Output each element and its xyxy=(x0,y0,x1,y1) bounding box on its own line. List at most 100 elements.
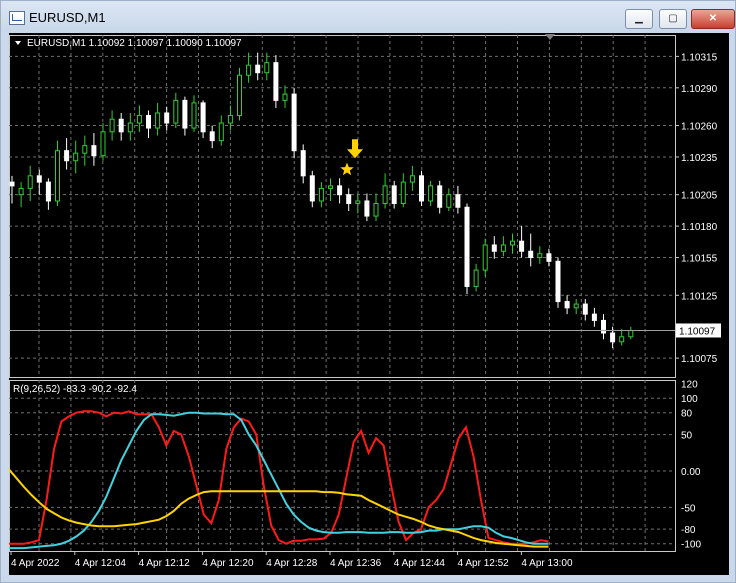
candle-body xyxy=(537,253,543,259)
candle-body xyxy=(510,240,515,246)
title-bar[interactable]: EURUSD,M1 ▁ ▢ ✕ xyxy=(1,1,735,33)
candle-body xyxy=(209,131,215,142)
candle-body xyxy=(91,145,97,157)
candle-body xyxy=(446,194,452,208)
minimize-button[interactable]: ▁ xyxy=(625,9,653,29)
price-axis: 1.10315 1.10290 1.10260 1.10235 1.10205 1.101… xyxy=(675,52,718,365)
maximize-button[interactable]: ▢ xyxy=(659,9,687,29)
candle-body xyxy=(601,319,606,334)
price-tick-label: 1.10290 xyxy=(681,84,718,95)
candle-body xyxy=(18,187,24,196)
candle-body xyxy=(127,122,133,133)
candle-body xyxy=(337,185,343,196)
indicator-tick-label: -80 xyxy=(681,525,696,536)
candle-body xyxy=(9,181,15,187)
candle-body xyxy=(155,112,161,129)
candle-body xyxy=(73,152,79,162)
candle-series xyxy=(9,52,634,349)
candle-body xyxy=(573,303,579,309)
time-tick-label: 4 Apr 2022 xyxy=(11,558,60,569)
indicator-header: R(9,26,52) -83.3 -90.2 -92.4 xyxy=(13,384,137,395)
time-tick-label: 4 Apr 12:28 xyxy=(266,558,318,569)
candle-body xyxy=(146,114,151,129)
candle-body xyxy=(64,150,70,162)
candle-body xyxy=(400,181,406,204)
candle-body xyxy=(419,175,424,202)
time-tick-label: 4 Apr 12:12 xyxy=(139,558,191,569)
candle-body xyxy=(164,112,170,124)
candle-body xyxy=(464,206,470,287)
time-tick-label: 4 Apr 13:00 xyxy=(521,558,573,569)
price-tick-label: 1.10315 xyxy=(681,52,718,63)
candle-body xyxy=(300,150,306,177)
price-tick-label: 1.10205 xyxy=(681,191,718,202)
indicator-tick-label: 50 xyxy=(681,431,693,442)
chart-canvas[interactable]: 1.10315 1.10290 1.10260 1.10235 1.10205 1.101… xyxy=(8,33,729,575)
chart-grid xyxy=(9,35,676,552)
candle-body xyxy=(428,185,434,202)
candle-body xyxy=(473,269,479,287)
chart-menu-triangle-icon xyxy=(15,41,21,45)
candle-body xyxy=(318,187,324,202)
current-price-label: 1.10097 xyxy=(679,326,716,337)
price-tick-label: 1.10075 xyxy=(681,354,718,365)
candle-body xyxy=(382,185,388,204)
chart-window-icon xyxy=(9,11,25,25)
indicator-tick-label: 120 xyxy=(681,380,698,391)
candle-body xyxy=(45,181,51,202)
candle-body xyxy=(309,175,315,202)
maximize-icon: ▢ xyxy=(668,13,678,24)
candle-body xyxy=(437,185,443,208)
candle-body xyxy=(291,93,297,152)
candle-body xyxy=(173,99,179,124)
candle-body xyxy=(619,336,625,343)
price-tick-label: 1.10125 xyxy=(681,291,718,302)
candle-body xyxy=(591,313,597,321)
time-tick-label: 4 Apr 12:04 xyxy=(75,558,127,569)
minimize-icon: ▁ xyxy=(635,13,643,24)
candle-body xyxy=(628,329,634,338)
candle-body xyxy=(218,122,224,142)
indicator-tick-label: 0.00 xyxy=(681,467,701,478)
candle-body xyxy=(491,244,497,252)
price-tick-label: 1.10155 xyxy=(681,254,718,265)
indicator-tick-label: -100 xyxy=(681,540,701,551)
indicator-tick-label: 100 xyxy=(681,394,698,405)
candle-body xyxy=(346,194,352,204)
candle-body xyxy=(264,62,270,74)
indicator-axis: 120 100 80 50 0.00 -50 -80 -100 xyxy=(681,380,701,551)
candle-body xyxy=(355,200,361,204)
candle-body xyxy=(82,145,88,154)
close-icon: ✕ xyxy=(708,13,718,24)
candle-body xyxy=(200,102,206,133)
candle-body xyxy=(27,175,33,189)
candle-body xyxy=(482,244,488,271)
candle-body xyxy=(582,303,588,315)
candle-body xyxy=(255,64,261,74)
close-button[interactable]: ✕ xyxy=(691,9,735,29)
candle-body xyxy=(528,250,534,259)
candle-body xyxy=(246,64,252,76)
time-tick-label: 4 Apr 12:44 xyxy=(394,558,446,569)
candle-body xyxy=(237,74,242,116)
candle-body xyxy=(227,114,233,124)
candle-body xyxy=(55,150,60,202)
window-title: EURUSD,M1 xyxy=(29,10,106,25)
candle-body xyxy=(564,301,570,309)
candle-body xyxy=(555,260,561,303)
mt4-chart-window: EURUSD,M1 ▁ ▢ ✕ 1.10315 1.10290 1.10260 1.1… xyxy=(0,0,736,583)
indicator-line-3 xyxy=(8,468,549,548)
candle-body xyxy=(364,200,370,217)
chart-header-quote: EURUSD,M1 1.10092 1.10097 1.10090 1.1009… xyxy=(27,38,242,49)
candle-body xyxy=(182,99,188,129)
candle-body xyxy=(118,118,124,133)
price-tick-label: 1.10235 xyxy=(681,153,718,164)
sell-arrow-icon xyxy=(347,139,363,159)
candle-body xyxy=(282,93,288,101)
signal-star-icon xyxy=(340,162,354,176)
candle-body xyxy=(191,102,197,129)
time-tick-label: 4 Apr 12:52 xyxy=(458,558,510,569)
chart-area[interactable]: 1.10315 1.10290 1.10260 1.10235 1.10205 1.101… xyxy=(8,33,729,575)
indicator-tick-label: -50 xyxy=(681,503,696,514)
candle-body xyxy=(328,185,333,189)
